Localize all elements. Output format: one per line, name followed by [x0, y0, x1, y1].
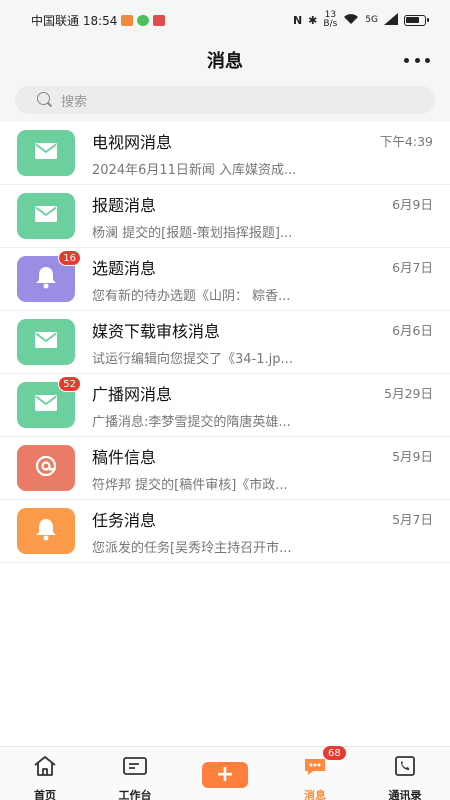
contacts-phone-icon: [392, 755, 418, 781]
message-avatar: 16: [17, 250, 81, 302]
wifi-icon: [343, 13, 359, 28]
message-item[interactable]: 任务消息 5月7日 您派发的任务[吴秀玲主持召开市...: [0, 500, 450, 563]
network-speed: 13 B/s: [323, 10, 338, 29]
message-row-top: 任务消息 5月7日: [92, 507, 450, 531]
message-time: 5月9日: [392, 449, 433, 464]
message-text: 任务消息 5月7日 您派发的任务[吴秀玲主持召开市...: [92, 507, 450, 556]
tab-workbench[interactable]: 工作台: [90, 747, 180, 800]
tab-workbench-label: 工作台: [118, 789, 152, 800]
message-text: 广播网消息 5月29日 广播消息:李梦雪提交的隋唐英雄...: [92, 381, 450, 430]
message-text: 媒资下载审核消息 6月6日 试运行编辑向您提交了《34-1.jp...: [92, 318, 450, 367]
mail-icon: [35, 206, 57, 226]
tab-messages[interactable]: 68 消息: [270, 745, 360, 800]
carrier-time: 中国联通 18:54: [31, 13, 118, 28]
message-item[interactable]: 报题消息 6月9日 杨澜 提交的[报题-策划指挥报题]...: [0, 185, 450, 248]
message-avatar: [17, 319, 75, 365]
message-item[interactable]: 电视网消息 下午4:39 2024年6月11日新闻 入库媒资成...: [0, 122, 450, 185]
message-row-top: 稿件信息 5月9日: [92, 444, 450, 468]
message-time: 下午4:39: [379, 134, 433, 149]
more-dot-icon: [425, 57, 430, 63]
message-avatar: [17, 193, 75, 239]
home-icon: [32, 755, 58, 781]
message-preview: 您有新的待办选题《山阴： 粽香...: [92, 288, 291, 304]
message-row-top: 媒资下载审核消息 6月6日: [92, 318, 450, 342]
signal-icon: [384, 12, 398, 28]
message-time: 5月29日: [384, 386, 433, 401]
signal-label: 5G: [365, 15, 378, 25]
message-item[interactable]: 稿件信息 5月9日 符烨邦 提交的[稿件审核]《市政...: [0, 437, 450, 500]
message-title: 广播网消息: [92, 384, 173, 404]
more-dot-icon: [404, 57, 409, 63]
message-title: 媒资下载审核消息: [92, 321, 221, 341]
messages-badge: 68: [322, 745, 347, 761]
message-text: 稿件信息 5月9日 符烨邦 提交的[稿件审核]《市政...: [92, 444, 450, 493]
message-avatar: [17, 445, 75, 491]
bluetooth-icon: ✱: [308, 13, 318, 27]
header: 消息: [0, 40, 450, 80]
mail-icon: [35, 395, 57, 415]
message-row-top: 报题消息 6月9日: [92, 192, 450, 216]
message-preview: 广播消息:李梦雪提交的隋唐英雄...: [92, 414, 291, 430]
bell-icon: [33, 516, 59, 546]
tab-home[interactable]: 首页: [0, 747, 90, 800]
message-item[interactable]: 52 广播网消息 5月29日 广播消息:李梦雪提交的隋唐英雄...: [0, 374, 450, 437]
message-time: 6月7日: [392, 260, 433, 275]
message-title: 稿件信息: [92, 447, 157, 467]
message-preview: 您派发的任务[吴秀玲主持召开市...: [92, 540, 292, 556]
workbench-icon: [122, 755, 148, 781]
more-options-button[interactable]: [404, 52, 430, 68]
tab-contacts[interactable]: 通讯录: [360, 747, 450, 800]
message-time: 6月6日: [392, 323, 433, 338]
page-title: 消息: [207, 51, 243, 72]
tab-contacts-label: 通讯录: [388, 789, 422, 800]
search-bar-container: 搜索: [0, 80, 450, 120]
message-time: 6月9日: [392, 197, 433, 212]
tab-add[interactable]: +: [180, 747, 270, 800]
tab-messages-label: 消息: [304, 789, 326, 800]
status-bar: 中国联通 18:54 N ✱ 13 B/s 5G: [0, 0, 450, 40]
message-avatar: [17, 508, 75, 554]
message-row-top: 电视网消息 下午4:39: [92, 129, 450, 153]
message-title: 任务消息: [92, 510, 157, 530]
message-preview: 杨澜 提交的[报题-策划指挥报题]...: [92, 225, 293, 241]
search-input[interactable]: 搜索: [15, 86, 435, 114]
message-text: 选题消息 6月7日 您有新的待办选题《山阴： 粽香...: [92, 255, 450, 304]
nfc-icon: N: [292, 13, 303, 27]
phone-icon: [137, 14, 150, 26]
message-row-top: 广播网消息 5月29日: [92, 381, 450, 405]
message-avatar: [17, 130, 75, 176]
mail-icon: [35, 332, 57, 352]
message-title: 报题消息: [92, 195, 157, 215]
more-dot-icon: [414, 57, 420, 63]
message-preview: 试运行编辑向您提交了《34-1.jp...: [92, 351, 293, 367]
mail-icon: [35, 143, 57, 163]
message-text: 电视网消息 下午4:39 2024年6月11日新闻 入库媒资成...: [92, 129, 450, 178]
status-right: N ✱ 13 B/s 5G: [292, 10, 429, 29]
unread-badge: 16: [58, 250, 81, 266]
message-preview: 2024年6月11日新闻 入库媒资成...: [92, 162, 297, 178]
message-text: 报题消息 6月9日 杨澜 提交的[报题-策划指挥报题]...: [92, 192, 450, 241]
battery-icon: [404, 14, 429, 26]
message-item[interactable]: 16 选题消息 6月7日 您有新的待办选题《山阴： 粽香...: [0, 248, 450, 311]
message-title: 电视网消息: [92, 132, 173, 152]
search-icon: [37, 92, 53, 108]
at-icon: [35, 455, 57, 481]
tab-home-label: 首页: [34, 789, 56, 800]
message-avatar: 52: [17, 376, 81, 428]
bottom-tab-bar: 首页 工作台 + 68 消息 通讯录: [0, 745, 450, 800]
search-placeholder: 搜索: [61, 94, 88, 110]
unread-badge: 52: [58, 376, 81, 392]
status-left: 中国联通 18:54: [31, 12, 166, 29]
notification-app-icon-2: [153, 14, 166, 26]
message-row-top: 选题消息 6月7日: [92, 255, 450, 279]
message-title: 选题消息: [92, 258, 157, 278]
message-list: 电视网消息 下午4:39 2024年6月11日新闻 入库媒资成... 报题消息 …: [0, 122, 450, 746]
notification-app-icon: [121, 14, 134, 26]
add-button[interactable]: +: [202, 762, 248, 788]
message-time: 5月7日: [392, 512, 433, 527]
message-preview: 符烨邦 提交的[稿件审核]《市政...: [92, 477, 288, 493]
bell-icon: [33, 264, 59, 294]
message-item[interactable]: 媒资下载审核消息 6月6日 试运行编辑向您提交了《34-1.jp...: [0, 311, 450, 374]
